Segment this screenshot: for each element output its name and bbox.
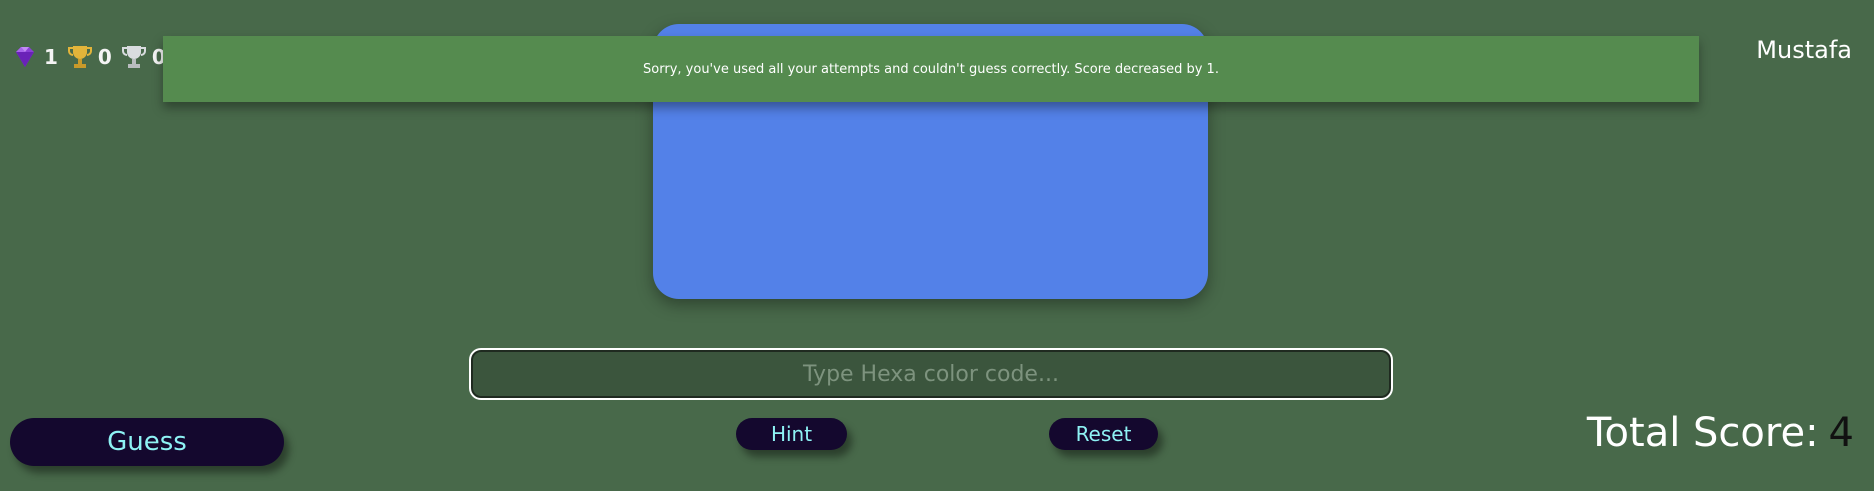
guess-button[interactable]: Guess bbox=[10, 418, 284, 466]
notification-message: Sorry, you've used all your attempts and… bbox=[643, 61, 1219, 77]
badge-gold-trophy: 0 bbox=[67, 43, 112, 71]
total-score: Total Score: 4 bbox=[1587, 410, 1854, 456]
diamond-icon bbox=[12, 44, 38, 70]
game-page: 1 0 0 Mustafa Sorry, you've used all you… bbox=[0, 0, 1874, 491]
notification-banner: Sorry, you've used all your attempts and… bbox=[163, 36, 1699, 102]
hint-button[interactable]: Hint bbox=[736, 418, 847, 450]
hex-color-input[interactable] bbox=[469, 348, 1393, 400]
badge-silver-trophy: 0 bbox=[121, 43, 166, 71]
total-score-value: 4 bbox=[1828, 410, 1854, 456]
username: Mustafa bbox=[1756, 36, 1852, 64]
reset-button[interactable]: Reset bbox=[1049, 418, 1158, 450]
silver-trophy-icon bbox=[121, 43, 146, 71]
badges-bar: 1 0 0 bbox=[12, 40, 170, 74]
diamond-count: 1 bbox=[44, 45, 58, 69]
gold-trophy-icon bbox=[67, 43, 92, 71]
badge-diamond: 1 bbox=[12, 44, 58, 70]
gold-trophy-count: 0 bbox=[97, 45, 112, 69]
total-score-label: Total Score: bbox=[1586, 410, 1819, 456]
